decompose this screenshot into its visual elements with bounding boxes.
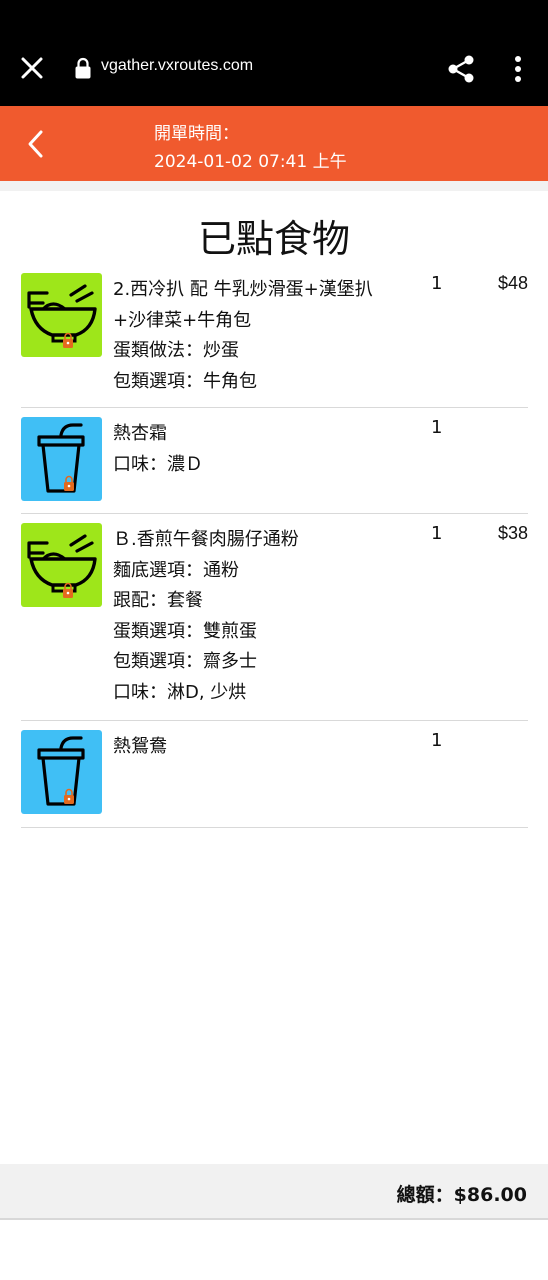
item-details: 熱鴛鴦 — [113, 732, 393, 763]
item-name: 熱杏霜 — [113, 423, 167, 444]
item-name: 熱鴛鴦 — [113, 736, 167, 757]
item-option: 跟配：套餐 — [113, 590, 203, 611]
item-option: 包類選項：齋多士 — [113, 651, 257, 672]
page-title: 已點食物 — [197, 217, 350, 261]
more-vert-icon[interactable] — [506, 54, 530, 84]
item-details: Ｂ.香煎午餐肉腸仔通粉 麵底選項：通粉 跟配：套餐蛋類選項：雙煎蛋 包類選項：齋多士口… — [113, 525, 393, 708]
divider — [0, 181, 548, 191]
noodle-bowl-icon — [21, 523, 102, 607]
lock-icon — [75, 57, 91, 79]
item-option: 口味：濃Ｄ — [113, 453, 203, 475]
noodle-bowl-icon — [21, 273, 102, 357]
item-option: 口味：淋D, 少烘 — [113, 681, 247, 703]
order-time-label: 開單時間： — [154, 124, 239, 144]
drink-cup-icon — [21, 417, 102, 501]
order-header: 開單時間： 2024-01-02 07:41 上午 — [0, 106, 548, 181]
order-time-value: 2024-01-02 07:41 上午 — [154, 152, 347, 172]
order-total: 總額：$86.00 — [396, 1184, 527, 1206]
item-quantity: 1 — [431, 417, 443, 438]
item-price: $38 — [497, 523, 528, 543]
back-arrow-icon[interactable] — [22, 128, 50, 160]
item-details: 2.西冷扒 配 牛乳炒滑蛋+漢堡扒+沙律菜+牛角包蛋類做法：炒蛋 包類選項：牛角包 — [113, 275, 393, 397]
order-item-row[interactable]: 2.西冷扒 配 牛乳炒滑蛋+漢堡扒+沙律菜+牛角包蛋類做法：炒蛋 包類選項：牛角包… — [21, 264, 528, 408]
item-quantity: 1 — [431, 273, 443, 294]
item-option: 蛋類選項：雙煎蛋 — [113, 620, 257, 642]
order-item-row[interactable]: 熱鴛鴦 1 — [21, 721, 528, 828]
item-option: 蛋類做法：炒蛋 — [113, 340, 239, 361]
item-name: 2.西冷扒 配 牛乳炒滑蛋+漢堡扒+沙律菜+牛角包 — [113, 279, 373, 331]
item-quantity: 1 — [431, 523, 443, 544]
item-price: $48 — [497, 273, 528, 293]
item-option: 麵底選項：通粉 — [113, 559, 239, 581]
order-item-row[interactable]: 熱杏霜口味：濃Ｄ 1 — [21, 408, 528, 514]
item-quantity: 1 — [431, 730, 443, 751]
share-icon[interactable] — [446, 54, 476, 84]
drink-cup-icon — [21, 730, 102, 814]
ordered-items-list: 2.西冷扒 配 牛乳炒滑蛋+漢堡扒+沙律菜+牛角包蛋類做法：炒蛋 包類選項：牛角包… — [21, 264, 528, 828]
close-icon[interactable] — [18, 54, 46, 82]
item-option: 包類選項：牛角包 — [113, 370, 257, 392]
total-bar: 總額：$86.00 — [0, 1164, 548, 1220]
url-text[interactable]: vgather.vxroutes.com — [101, 57, 253, 75]
browser-toolbar: vgather.vxroutes.com — [0, 0, 548, 106]
item-details: 熱杏霜口味：濃Ｄ — [113, 419, 393, 480]
item-name: Ｂ.香煎午餐肉腸仔通粉 — [113, 529, 299, 550]
order-item-row[interactable]: Ｂ.香煎午餐肉腸仔通粉 麵底選項：通粉 跟配：套餐蛋類選項：雙煎蛋 包類選項：齋多士口… — [21, 514, 528, 721]
